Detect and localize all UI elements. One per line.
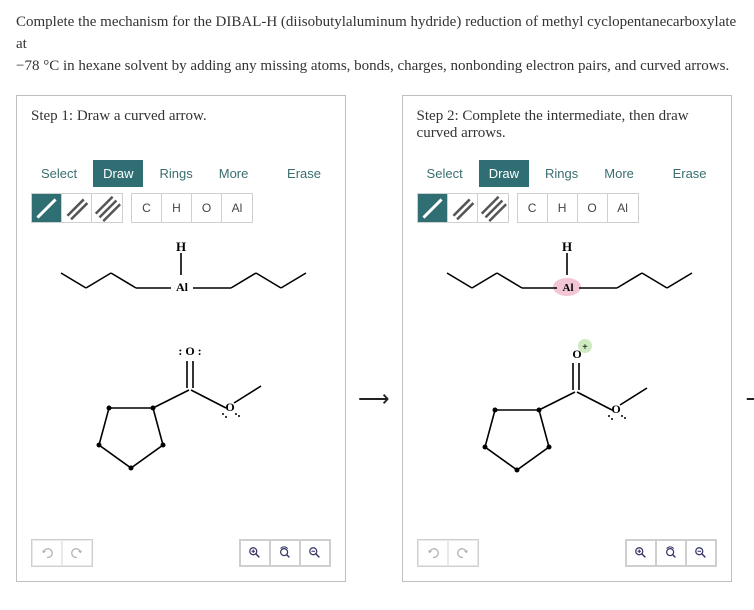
step2-panel: Step 2: Complete the intermediate, then … <box>402 95 732 582</box>
tab-erase[interactable]: Erase <box>663 160 717 187</box>
step2-toolbar: Select Draw Rings More Erase <box>417 160 717 187</box>
label-al: Al <box>562 282 573 294</box>
step2-subtoolbar: C H O Al <box>417 193 717 223</box>
label-ester-o: O <box>225 400 234 414</box>
redo-button[interactable] <box>448 540 478 566</box>
step2-bottom-bar <box>417 539 717 567</box>
prompt-line-2: −78 °C in hexane solvent by adding any m… <box>16 58 729 74</box>
triple-bond-button[interactable] <box>478 194 508 222</box>
single-bond-icon <box>32 194 61 223</box>
double-bond-icon <box>62 194 91 223</box>
zoom-out-icon <box>694 546 708 560</box>
zoom-out-icon <box>308 546 322 560</box>
label-carbonyl-o: O <box>572 347 581 361</box>
step1-structure: H Al : O : O <box>31 233 331 533</box>
undo-redo-group <box>31 539 93 567</box>
undo-button[interactable] <box>32 540 62 566</box>
zoom-in-button[interactable] <box>626 540 656 566</box>
redo-button[interactable] <box>62 540 92 566</box>
atom-h-button[interactable]: H <box>162 194 192 222</box>
label-carbonyl-o: : O : <box>178 344 201 358</box>
atom-al-button[interactable]: Al <box>608 194 638 222</box>
tab-select[interactable]: Select <box>31 160 87 187</box>
step1-toolbar: Select Draw Rings More Erase <box>31 160 331 187</box>
tab-rings[interactable]: Rings <box>535 160 588 187</box>
double-bond-button[interactable] <box>448 194 478 222</box>
zoom-reset-icon <box>278 546 292 560</box>
single-bond-icon <box>418 194 447 223</box>
step1-title: Step 1: Draw a curved arrow. <box>31 108 331 148</box>
zoom-group <box>239 539 331 567</box>
double-bond-button[interactable] <box>62 194 92 222</box>
prompt-line-1: Complete the mechanism for the DIBAL-H (… <box>16 14 736 52</box>
undo-icon <box>40 546 54 560</box>
step2-title: Step 2: Complete the intermediate, then … <box>417 108 717 148</box>
step1-bottom-bar <box>31 539 331 567</box>
zoom-in-icon <box>634 546 648 560</box>
zoom-in-icon <box>248 546 262 560</box>
triple-bond-icon <box>478 193 508 223</box>
tab-select[interactable]: Select <box>417 160 473 187</box>
single-bond-button[interactable] <box>418 194 448 222</box>
tab-rings[interactable]: Rings <box>149 160 202 187</box>
label-plus: + <box>582 342 588 353</box>
atom-buttons: C H O Al <box>131 193 253 223</box>
undo-button[interactable] <box>418 540 448 566</box>
zoom-in-button[interactable] <box>240 540 270 566</box>
tab-draw[interactable]: Draw <box>93 160 143 187</box>
atom-al-button[interactable]: Al <box>222 194 252 222</box>
zoom-reset-button[interactable] <box>270 540 300 566</box>
tab-erase[interactable]: Erase <box>277 160 331 187</box>
undo-icon <box>426 546 440 560</box>
zoom-reset-button[interactable] <box>656 540 686 566</box>
bond-buttons <box>417 193 509 223</box>
atom-c-button[interactable]: C <box>132 194 162 222</box>
step1-panel: Step 1: Draw a curved arrow. Select Draw… <box>16 95 346 582</box>
atom-buttons: C H O Al <box>517 193 639 223</box>
label-al: Al <box>176 280 189 294</box>
triple-bond-button[interactable] <box>92 194 122 222</box>
step1-canvas[interactable]: H Al : O : O <box>31 233 331 533</box>
zoom-reset-icon <box>664 546 678 560</box>
zoom-out-button[interactable] <box>300 540 330 566</box>
bond-buttons <box>31 193 123 223</box>
zoom-out-button[interactable] <box>686 540 716 566</box>
redo-icon <box>456 546 470 560</box>
zoom-group <box>625 539 717 567</box>
atom-o-button[interactable]: O <box>578 194 608 222</box>
triple-bond-icon <box>92 193 122 223</box>
atom-h-button[interactable]: H <box>548 194 578 222</box>
single-bond-button[interactable] <box>32 194 62 222</box>
tab-more[interactable]: More <box>594 160 644 187</box>
label-h: H <box>176 239 186 254</box>
atom-c-button[interactable]: C <box>518 194 548 222</box>
tab-draw[interactable]: Draw <box>479 160 529 187</box>
step2-canvas[interactable]: H Al O + O <box>417 233 717 533</box>
label-h: H <box>561 239 571 254</box>
reaction-arrow-1: ⟶ <box>354 386 394 412</box>
label-ester-o: O <box>611 402 620 416</box>
reaction-arrow-2: ⟶ <box>746 386 754 412</box>
atom-o-button[interactable]: O <box>192 194 222 222</box>
question-prompt: Complete the mechanism for the DIBAL-H (… <box>16 12 738 77</box>
panels-row: Step 1: Draw a curved arrow. Select Draw… <box>16 95 738 582</box>
step2-structure: H Al O + O <box>417 233 717 533</box>
redo-icon <box>70 546 84 560</box>
undo-redo-group <box>417 539 479 567</box>
tab-more[interactable]: More <box>209 160 259 187</box>
double-bond-icon <box>448 194 477 223</box>
step1-subtoolbar: C H O Al <box>31 193 331 223</box>
